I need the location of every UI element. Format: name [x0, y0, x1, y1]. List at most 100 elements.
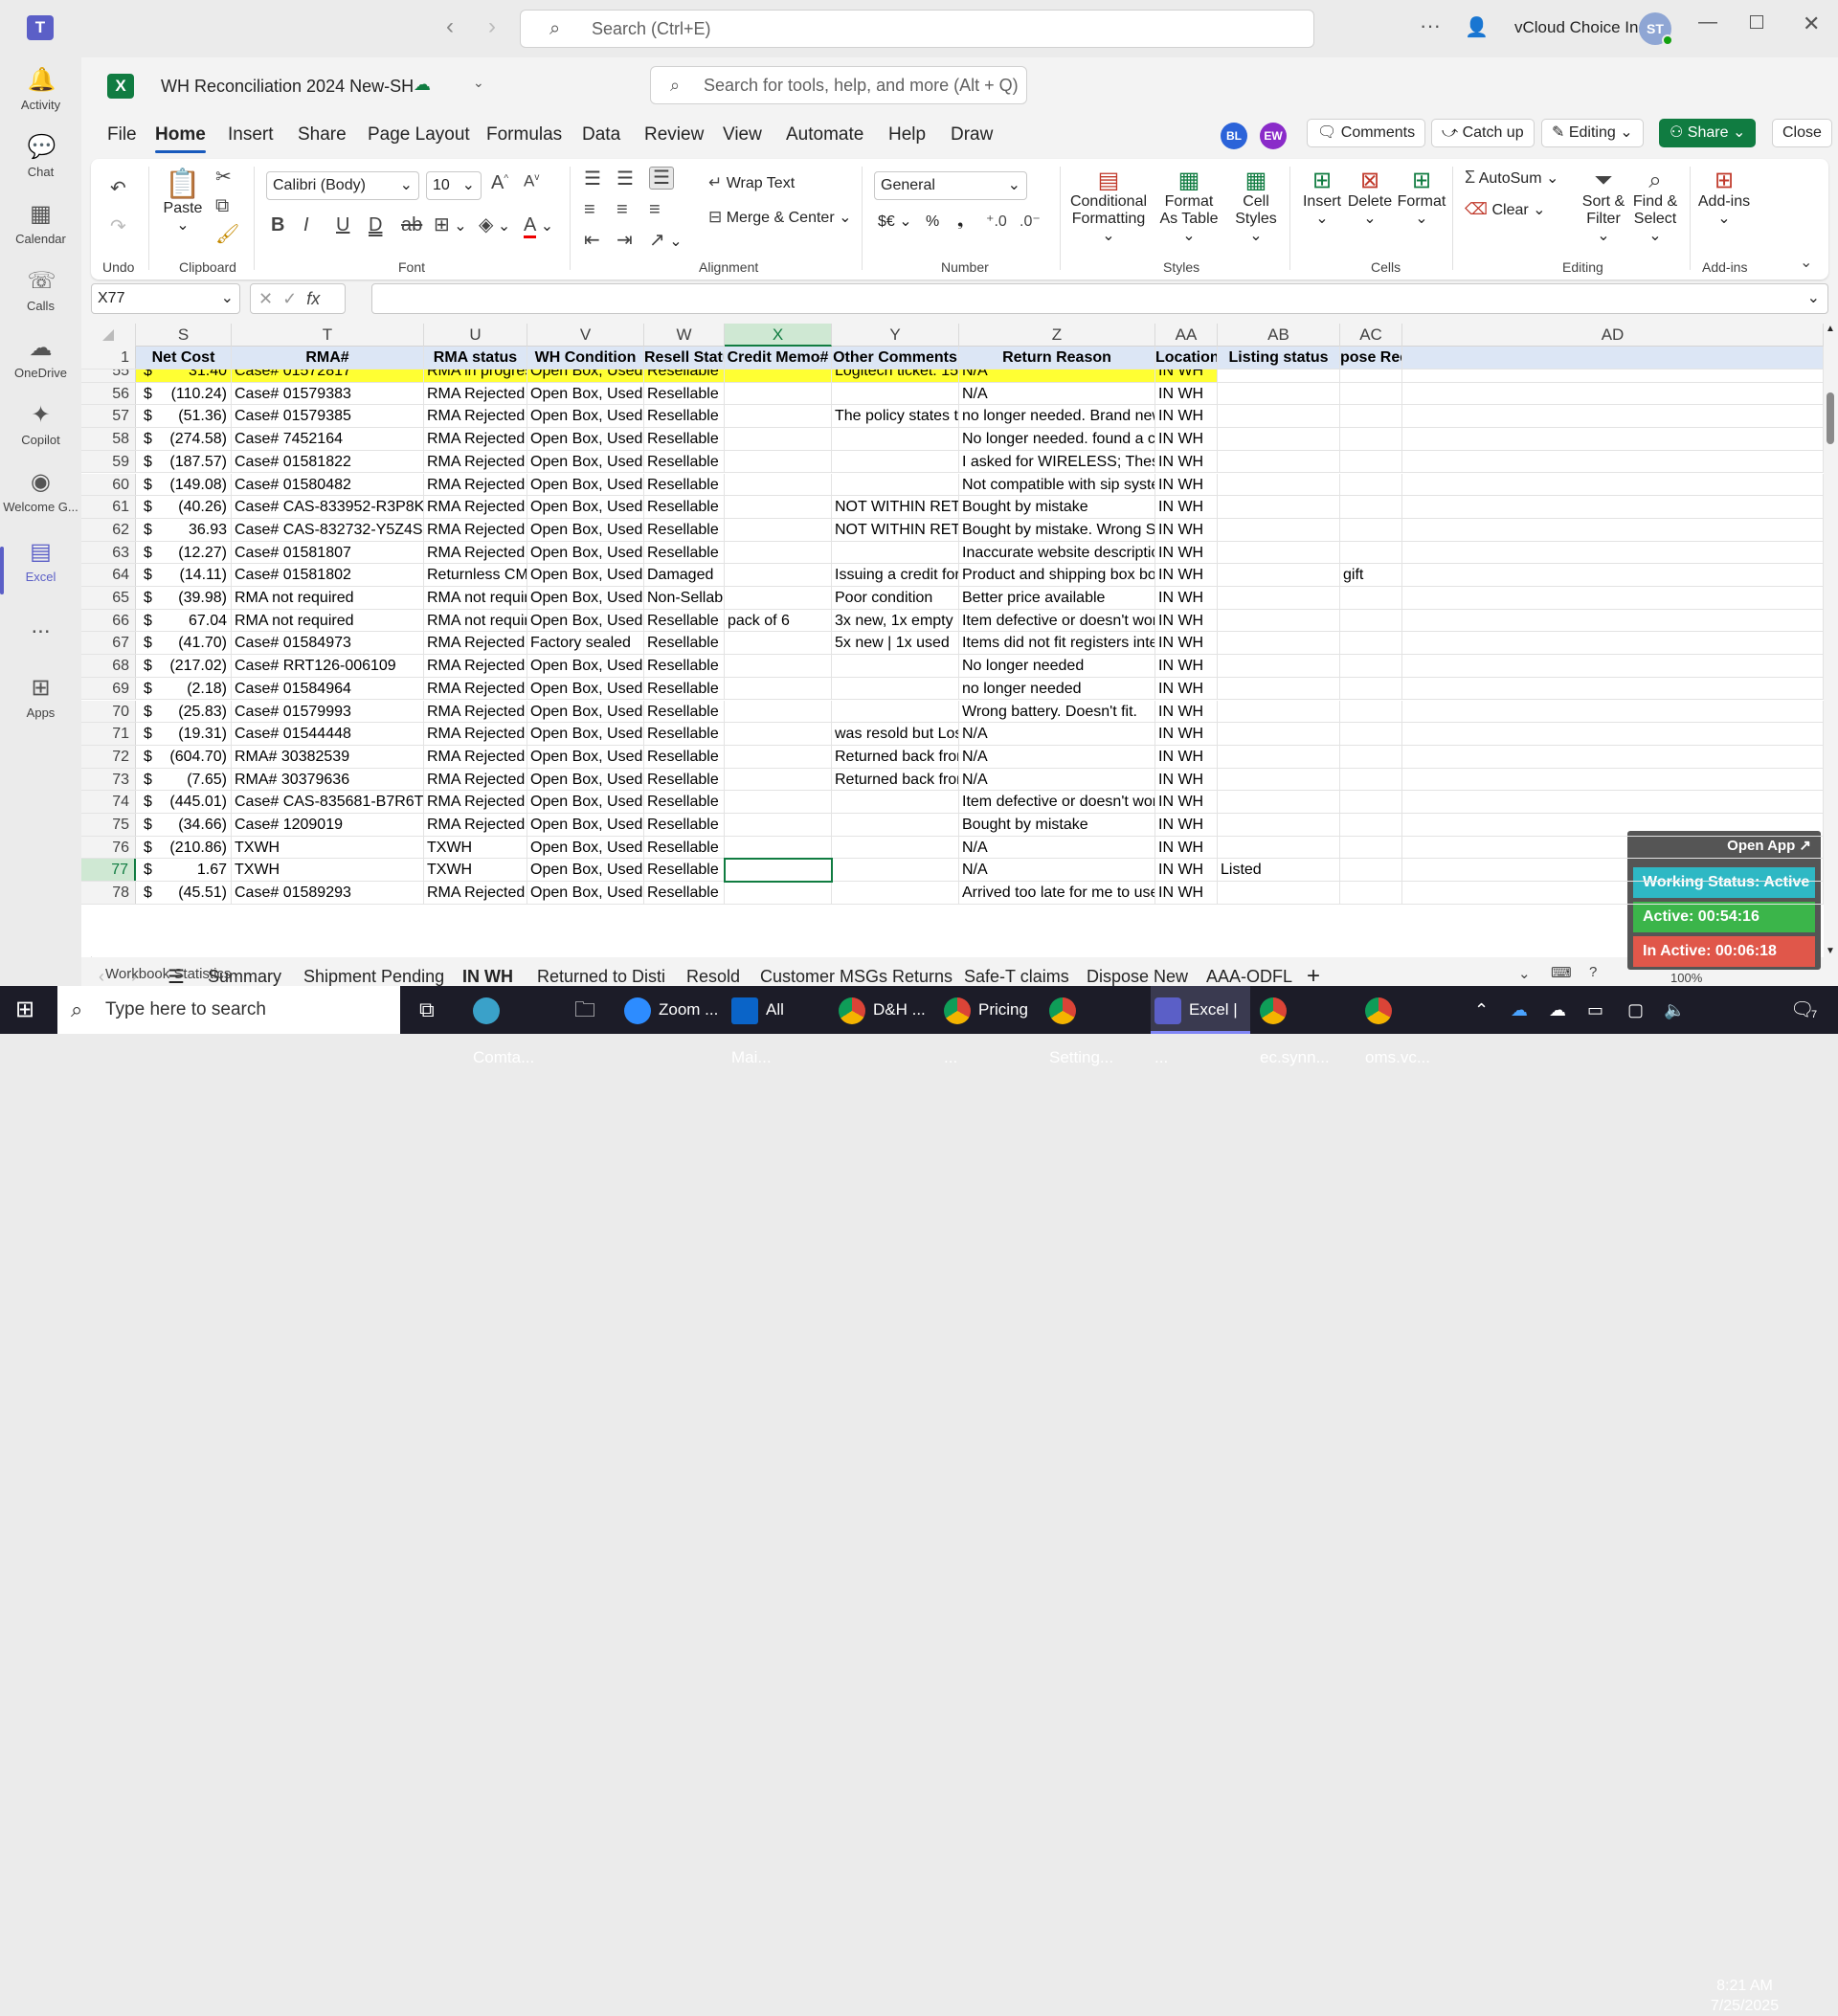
purpose-cell[interactable]	[1340, 632, 1402, 655]
return-reason-cell[interactable]: Inaccurate website description. item	[959, 541, 1155, 564]
other-comments-cell[interactable]	[832, 450, 959, 473]
net-cost-cell[interactable]: 67.04	[136, 609, 232, 632]
find-select-button[interactable]: ⌕ Find & Select ⌄	[1630, 168, 1680, 244]
column-title[interactable]: Resell Status	[644, 347, 725, 369]
listing-status-cell[interactable]	[1218, 745, 1340, 768]
rma-status-cell[interactable]: RMA Rejected	[424, 745, 527, 768]
empty-cell[interactable]	[1402, 496, 1824, 518]
rma-cell[interactable]: Case# 01584964	[232, 677, 424, 700]
net-cost-cell[interactable]: 1.67	[136, 859, 232, 882]
location-cell[interactable]: IN WH	[1155, 428, 1218, 450]
empty-cell[interactable]	[1402, 723, 1824, 745]
return-reason-cell[interactable]: Better price available	[959, 587, 1155, 609]
rma-status-cell[interactable]: RMA Rejected	[424, 700, 527, 723]
rma-status-cell[interactable]: RMA Rejected	[424, 473, 527, 496]
other-comments-cell[interactable]	[832, 859, 959, 882]
column-title[interactable]: Location	[1155, 347, 1218, 369]
row-number[interactable]: 60	[81, 473, 136, 496]
ribbon-collapse-chevron-icon[interactable]: ⌄	[1800, 255, 1812, 272]
location-cell[interactable]: IN WH	[1155, 405, 1218, 428]
network-tray-icon[interactable]: ▢	[1627, 986, 1644, 1034]
location-cell[interactable]: IN WH	[1155, 723, 1218, 745]
taskbar-app-chrome-settings[interactable]: Setting...	[1049, 986, 1145, 1066]
selected-cell[interactable]	[724, 858, 833, 884]
wh-condition-cell[interactable]: Open Box, Used	[527, 745, 644, 768]
credit-memo-cell[interactable]	[725, 836, 832, 859]
wh-condition-cell[interactable]: Open Box, Used	[527, 496, 644, 518]
credit-memo-cell[interactable]	[725, 473, 832, 496]
resell-status-cell[interactable]: Resellable	[644, 723, 725, 745]
insert-function-icon[interactable]: fx	[306, 289, 320, 308]
return-reason-cell[interactable]: no longer needed	[959, 677, 1155, 700]
rma-status-cell[interactable]: RMA not required	[424, 609, 527, 632]
wh-condition-cell[interactable]: Open Box, Used	[527, 655, 644, 677]
tools-search-input[interactable]: ⌕ Search for tools, help, and more (Alt …	[650, 66, 1027, 104]
decrease-indent-icon[interactable]: ⇤	[584, 230, 600, 251]
double-underline-icon[interactable]: D	[369, 214, 382, 235]
location-cell[interactable]: IN WH	[1155, 450, 1218, 473]
orientation-icon[interactable]: ↗ ⌄	[649, 230, 683, 251]
wh-condition-cell[interactable]: Open Box, Used	[527, 859, 644, 882]
net-cost-cell[interactable]: (25.83)	[136, 700, 232, 723]
column-header-aa[interactable]: AA	[1155, 324, 1218, 347]
listing-status-cell[interactable]	[1218, 405, 1340, 428]
net-cost-cell[interactable]: (39.98)	[136, 587, 232, 609]
credit-memo-cell[interactable]	[725, 518, 832, 541]
resell-status-cell[interactable]: Damaged	[644, 564, 725, 586]
credit-memo-cell[interactable]	[725, 405, 832, 428]
rma-cell[interactable]: Case# CAS-832732-Y5Z4S2-1	[232, 518, 424, 541]
editing-mode-button[interactable]: ✎ Editing ⌄	[1541, 119, 1644, 147]
return-reason-cell[interactable]: N/A	[959, 382, 1155, 405]
credit-memo-cell[interactable]	[725, 723, 832, 745]
net-cost-cell[interactable]: (217.02)	[136, 655, 232, 677]
rma-cell[interactable]: Case# 01580482	[232, 473, 424, 496]
taskbar-app-chrome-ec[interactable]: ec.synn...	[1260, 986, 1356, 1066]
credit-memo-cell[interactable]	[725, 745, 832, 768]
empty-cell[interactable]	[1402, 836, 1824, 859]
empty-cell[interactable]	[1402, 632, 1824, 655]
wh-condition-cell[interactable]: Open Box, Used	[527, 405, 644, 428]
merge-center-button[interactable]: ⊟ Merge & Center ⌄	[708, 208, 852, 227]
wh-condition-cell[interactable]: Open Box, Used	[527, 677, 644, 700]
return-reason-cell[interactable]: Arrived too late for me to use it	[959, 882, 1155, 904]
purpose-cell[interactable]	[1340, 745, 1402, 768]
location-cell[interactable]: IN WH	[1155, 632, 1218, 655]
confirm-entry-icon[interactable]: ✓	[282, 289, 297, 308]
location-cell[interactable]: IN WH	[1155, 700, 1218, 723]
row-number[interactable]: 1	[81, 347, 136, 369]
location-cell[interactable]: IN WH	[1155, 587, 1218, 609]
row-number[interactable]: 77	[81, 859, 136, 882]
other-comments-cell[interactable]: NOT WITHIN RETURN P	[832, 496, 959, 518]
vertical-scrollbar[interactable]: ▲ ▼	[1824, 324, 1838, 957]
rail-welcome[interactable]: ◉ Welcome G...	[0, 469, 81, 536]
number-format-select[interactable]: General ⌄	[874, 171, 1027, 200]
column-title[interactable]: RMA status	[424, 347, 527, 369]
listing-status-cell[interactable]	[1218, 632, 1340, 655]
column-header-u[interactable]: U	[424, 324, 527, 347]
purpose-cell[interactable]	[1340, 405, 1402, 428]
listing-status-cell[interactable]	[1218, 768, 1340, 791]
net-cost-cell[interactable]: (19.31)	[136, 723, 232, 745]
insert-cells-button[interactable]: ⊞ Insert ⌄	[1299, 168, 1345, 228]
other-comments-cell[interactable]	[832, 882, 959, 904]
purpose-cell[interactable]	[1340, 428, 1402, 450]
resell-status-cell[interactable]: Resellable	[644, 405, 725, 428]
paste-button[interactable]: 📋 Paste ⌄	[154, 168, 212, 234]
other-comments-cell[interactable]	[832, 473, 959, 496]
empty-cell[interactable]	[1402, 882, 1824, 904]
listing-status-cell[interactable]	[1218, 450, 1340, 473]
purpose-cell[interactable]	[1340, 814, 1402, 836]
file-explorer-icon[interactable]: 🗀	[574, 986, 595, 1034]
credit-memo-cell[interactable]	[725, 382, 832, 405]
location-cell[interactable]: IN WH	[1155, 745, 1218, 768]
percent-format-button[interactable]: %	[926, 213, 939, 231]
listing-status-cell[interactable]	[1218, 473, 1340, 496]
wh-condition-cell[interactable]: Factory sealed	[527, 632, 644, 655]
menu-page-layout[interactable]: Page Layout	[368, 124, 470, 146]
wh-condition-cell[interactable]: Open Box, Used	[527, 450, 644, 473]
other-comments-cell[interactable]: 5x new | 1x used	[832, 632, 959, 655]
rma-status-cell[interactable]: RMA Rejected	[424, 405, 527, 428]
resell-status-cell[interactable]: Resellable	[644, 632, 725, 655]
listing-status-cell[interactable]	[1218, 382, 1340, 405]
addins-button[interactable]: ⊞ Add-ins ⌄	[1695, 168, 1753, 228]
